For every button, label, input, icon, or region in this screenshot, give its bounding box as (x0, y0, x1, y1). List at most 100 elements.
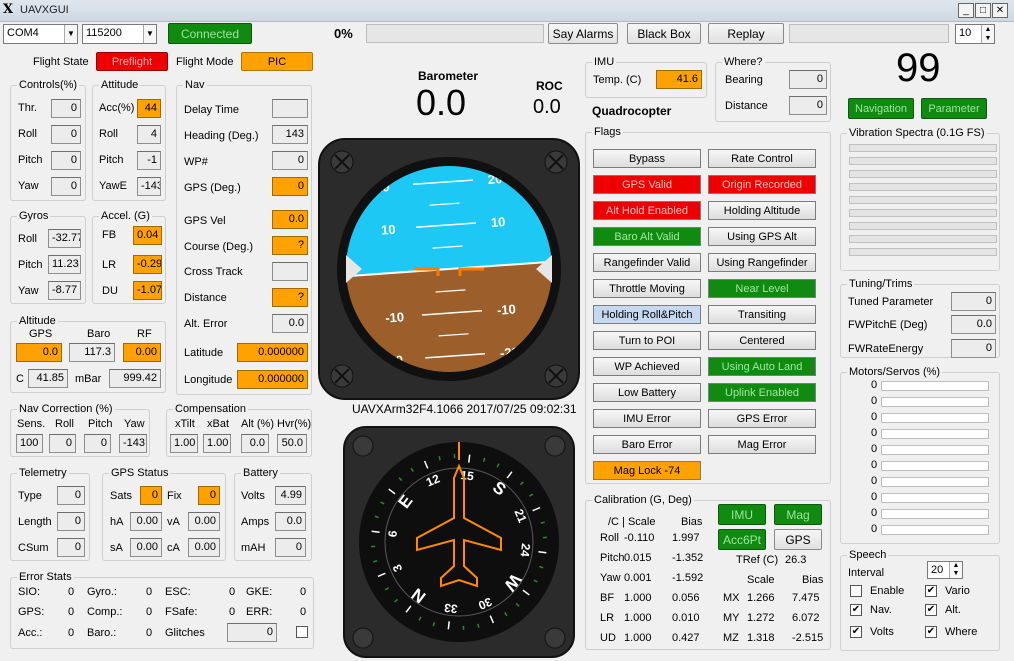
motor-value: 0 (871, 411, 878, 423)
delay-value (272, 99, 308, 118)
calib-label: LR (600, 612, 615, 624)
accel-group: Accel. (G) FB 0.04 LR -0.29 DU -1.07 (92, 210, 166, 304)
latitude-label: Latitude (184, 347, 224, 359)
speech-caption: Speech (847, 549, 889, 561)
controls-caption: Controls(%) (17, 79, 80, 91)
fb-label: FB (102, 229, 117, 241)
window-title: UAVXGUI (20, 4, 69, 16)
alt-speech-checkbox[interactable]: ✔ (925, 604, 937, 616)
baud-select[interactable]: 115200 ▼ (82, 24, 157, 44)
vibration-bar (849, 157, 997, 165)
flag-indicator: Holding Roll&Pitch (593, 305, 701, 324)
err-baro-value: 0 (146, 627, 153, 639)
err-gps-value: 0 (68, 606, 75, 618)
mag-bias-header: Bias (802, 574, 824, 586)
err-baro-label: Baro.: (87, 627, 117, 639)
alt-error-value: 0.0 (272, 314, 308, 333)
fb-value: 0.04 (133, 226, 162, 245)
vario-checkbox[interactable]: ✔ (925, 585, 937, 597)
vibration-bar (849, 196, 997, 204)
sats-value: 0 (140, 486, 162, 505)
yawe-value: -143 (137, 177, 161, 196)
ca-value: 0.00 (188, 538, 220, 557)
say-alarms-button[interactable]: Say Alarms (548, 23, 618, 44)
wp-label: WP# (184, 156, 208, 168)
roll-value: 0 (51, 125, 81, 144)
imu-calib-button[interactable]: IMU (718, 504, 766, 525)
ca-label: cA (167, 542, 180, 554)
vibration-bar (849, 144, 997, 152)
imu-temp-value: 41.6 (656, 70, 702, 89)
maximize-icon[interactable]: □ (975, 3, 991, 18)
calib-label: BF (600, 592, 615, 604)
gyros-caption: Gyros (17, 210, 51, 222)
vibration-bar (849, 170, 997, 178)
sats-label: Sats (110, 490, 133, 502)
motor-bar (881, 493, 989, 503)
replay-button[interactable]: Replay (708, 23, 784, 44)
flag-indicator: Holding Altitude (708, 201, 816, 220)
black-box-button[interactable]: Black Box (627, 23, 701, 44)
nc-roll-header: Roll (55, 418, 74, 430)
interval-stepper[interactable]: 20 ▲ ▼ (927, 561, 963, 579)
lr-label: LR (102, 259, 117, 271)
volts-label: Volts (241, 490, 265, 502)
motor-bar (881, 397, 989, 407)
attitude-caption: Attitude (99, 79, 141, 91)
close-icon[interactable]: ✕ (992, 3, 1008, 18)
stepper-arrows-icon[interactable]: ▲ ▼ (949, 562, 962, 578)
volts-speech-checkbox[interactable]: ✔ (850, 626, 862, 638)
minimize-icon[interactable]: _ (958, 3, 974, 18)
att-roll-value: 4 (137, 125, 161, 144)
fwrateenergy-label: FWRateEnergy (848, 343, 924, 355)
telem-type-label: Type (18, 490, 42, 502)
flag-indicator: IMU Error (593, 409, 701, 428)
longitude-label: Longitude (184, 374, 233, 386)
imu-temp-label: Temp. (C) (593, 74, 642, 86)
mah-label: mAH (241, 542, 266, 554)
motor-value: 0 (871, 523, 878, 535)
motors-caption: Motors/Servos (%) (847, 366, 943, 378)
gps-calib-button[interactable]: GPS (774, 529, 822, 550)
err-gke-label: GKE: (246, 586, 273, 598)
firmware-version-text: UAVXArm32F4.1066 2017/07/25 09:02:31 (352, 402, 577, 416)
nav-speech-label: Nav. (870, 604, 892, 616)
flag-indicator: Using GPS Alt (708, 227, 816, 246)
glitches-checkbox[interactable] (296, 626, 308, 638)
gyro-yaw-label: Yaw (18, 285, 39, 297)
port-select[interactable]: COM4 ▼ (3, 24, 78, 44)
gyro-pitch-label: Pitch (18, 259, 43, 271)
acc6pt-button[interactable]: Acc6Pt (718, 529, 766, 550)
navigation-button[interactable]: Navigation (848, 98, 914, 119)
roc-label: ROC (536, 79, 563, 93)
nav-speech-checkbox[interactable]: ✔ (850, 604, 862, 616)
imu-group: IMU Temp. (C) 41.6 (585, 56, 707, 98)
ai-pitch-label: -10 (496, 301, 516, 317)
xtilt-header: xTilt (175, 418, 195, 430)
calib-label: Roll (600, 532, 619, 544)
calib-bias: 1.997 (672, 532, 700, 544)
connect-button[interactable]: Connected (168, 23, 252, 44)
alt-baro-value: 117.3 (69, 343, 115, 362)
rate-stepper[interactable]: 10 ▲ ▼ (955, 24, 995, 44)
mag-calib-button[interactable]: Mag (774, 504, 822, 525)
gps-status-caption: GPS Status (109, 467, 171, 479)
tuned-param-label: Tuned Parameter (848, 296, 934, 308)
gyro-roll-label: Roll (18, 233, 37, 245)
flag-indicator: Centered (708, 331, 816, 350)
enable-checkbox[interactable] (850, 585, 862, 597)
altitude-caption: Altitude (17, 315, 58, 327)
distance-value: ? (272, 288, 308, 307)
flag-indicator: Low Battery (593, 383, 701, 402)
parameter-button[interactable]: Parameter (921, 98, 987, 119)
where-distance-label: Distance (725, 100, 768, 112)
where-speech-checkbox[interactable]: ✔ (925, 626, 937, 638)
sa-value: 0.00 (130, 538, 162, 557)
gps-deg-label: GPS (Deg.) (184, 182, 241, 194)
flags-caption: Flags (592, 126, 623, 138)
ha-label: hA (110, 516, 124, 528)
compass-svg: 15S2124W3033N36E12 (343, 426, 575, 658)
stepper-arrows-icon[interactable]: ▲ ▼ (981, 25, 994, 43)
progress-bar (366, 24, 544, 43)
gyro-pitch-value: 11.23 (48, 255, 81, 274)
